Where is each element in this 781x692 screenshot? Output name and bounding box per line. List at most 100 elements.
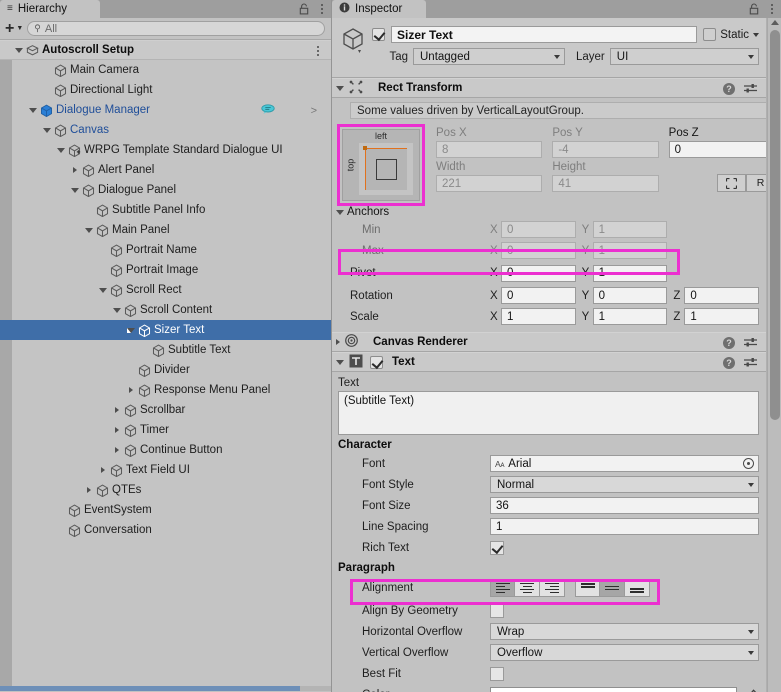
pos-x-input[interactable]: 8 xyxy=(436,141,543,158)
lock-open-icon[interactable] xyxy=(299,3,309,15)
text-value-textarea[interactable]: (Subtitle Text) xyxy=(338,391,759,435)
hierarchy-row[interactable]: QTEs xyxy=(0,480,331,500)
align-middle-icon[interactable] xyxy=(600,579,625,597)
hierarchy-row[interactable]: Directional Light xyxy=(0,80,331,100)
rich-text-checkbox[interactable] xyxy=(490,540,504,555)
preset-icon[interactable] xyxy=(744,357,757,369)
collapse-arrow-icon[interactable] xyxy=(84,227,93,233)
expand-arrow-icon[interactable] xyxy=(100,467,105,473)
hierarchy-tree[interactable]: Autoscroll Setup Main Camera Directional L… xyxy=(0,40,331,691)
help-icon[interactable]: ? xyxy=(723,83,735,95)
hierarchy-row[interactable]: Scroll Content xyxy=(0,300,331,320)
expand-arrow-icon[interactable] xyxy=(114,447,119,453)
row-expander[interactable] xyxy=(26,100,39,120)
collapse-arrow-icon[interactable] xyxy=(336,209,344,215)
hierarchy-row[interactable]: Portrait Name xyxy=(0,240,331,260)
select-target-icon[interactable] xyxy=(743,458,754,469)
expand-arrow-icon[interactable] xyxy=(128,387,133,393)
anchor-min-x-input[interactable]: 0 xyxy=(501,221,576,238)
static-dropdown-caret-icon[interactable] xyxy=(753,32,759,37)
hierarchy-search-input[interactable]: ⚲ All xyxy=(27,21,325,36)
row-expander[interactable] xyxy=(12,40,25,60)
font-object-field[interactable]: Aᴀ Arial xyxy=(490,455,759,472)
canvas-renderer-header[interactable]: Canvas Renderer ? xyxy=(332,332,781,352)
text-component-enabled-checkbox[interactable] xyxy=(370,355,383,369)
eyedropper-icon[interactable] xyxy=(743,687,759,692)
hierarchy-row[interactable]: Subtitle Panel Info xyxy=(0,200,331,220)
hierarchy-row[interactable]: Scrollbar xyxy=(0,400,331,420)
collapse-arrow-icon[interactable] xyxy=(336,85,344,91)
hierarchy-row[interactable]: Portrait Image xyxy=(0,260,331,280)
font-style-dropdown[interactable]: Normal xyxy=(490,476,759,493)
lock-open-icon[interactable] xyxy=(749,3,759,15)
rotation-z-input[interactable]: 0 xyxy=(684,287,760,304)
expand-arrow-icon[interactable] xyxy=(114,407,119,413)
row-expander[interactable] xyxy=(54,140,67,160)
help-icon[interactable]: ? xyxy=(723,357,735,369)
hierarchy-row-selected[interactable]: Sizer Text xyxy=(0,320,331,340)
best-fit-checkbox[interactable] xyxy=(490,666,504,681)
preset-icon[interactable] xyxy=(744,337,757,349)
width-input[interactable]: 221 xyxy=(436,175,543,192)
anchor-max-y-input[interactable]: 1 xyxy=(592,242,668,259)
row-expander[interactable] xyxy=(110,420,123,440)
help-icon[interactable]: ? xyxy=(723,337,735,349)
hierarchy-row[interactable]: Autoscroll Setup xyxy=(0,40,331,60)
height-input[interactable]: 41 xyxy=(552,175,659,192)
collapse-arrow-icon[interactable] xyxy=(98,287,107,293)
vertical-alignment-group[interactable] xyxy=(575,579,650,597)
align-center-icon[interactable] xyxy=(515,579,540,597)
align-top-icon[interactable] xyxy=(575,579,600,597)
tab-inspector[interactable]: Inspector xyxy=(332,0,426,18)
gameobject-name-input[interactable]: Sizer Text xyxy=(391,26,698,43)
rotation-x-input[interactable]: 0 xyxy=(501,287,576,304)
row-expander[interactable] xyxy=(40,120,53,140)
expand-arrow-icon[interactable] xyxy=(336,339,340,345)
hierarchy-row[interactable]: Main Panel xyxy=(0,220,331,240)
pivot-y-input[interactable]: 1 xyxy=(592,264,668,282)
scroll-up-arrow-icon[interactable] xyxy=(771,20,779,25)
hierarchy-row[interactable]: Text Field UI xyxy=(0,460,331,480)
pos-y-input[interactable]: -4 xyxy=(552,141,659,158)
hierarchy-row[interactable]: Response Menu Panel xyxy=(0,380,331,400)
align-left-icon[interactable] xyxy=(490,579,515,597)
font-size-input[interactable]: 36 xyxy=(490,497,759,514)
color-swatch[interactable] xyxy=(490,687,737,692)
row-expander[interactable] xyxy=(124,380,137,400)
text-component-header[interactable]: Text ? xyxy=(332,352,781,372)
align-bottom-icon[interactable] xyxy=(625,579,650,597)
align-right-icon[interactable] xyxy=(540,579,565,597)
hierarchy-row[interactable]: Divider xyxy=(0,360,331,380)
anchors-foldout[interactable]: Anchors xyxy=(332,203,781,219)
line-spacing-input[interactable]: 1 xyxy=(490,518,759,535)
scale-z-input[interactable]: 1 xyxy=(684,308,760,325)
pivot-x-input[interactable]: 0 xyxy=(501,264,576,282)
static-toggle[interactable]: Static xyxy=(703,28,759,41)
collapse-arrow-icon[interactable] xyxy=(70,187,79,193)
hierarchy-row[interactable]: Timer xyxy=(0,420,331,440)
anchor-max-x-input[interactable]: 0 xyxy=(501,242,576,259)
inspector-vertical-scrollbar[interactable] xyxy=(767,18,781,692)
scene-menu-icon[interactable] xyxy=(313,44,323,58)
collapse-arrow-icon[interactable] xyxy=(336,359,344,365)
collapse-arrow-icon[interactable] xyxy=(126,327,135,333)
horizontal-overflow-dropdown[interactable]: Wrap xyxy=(490,623,759,640)
row-expander[interactable] xyxy=(96,280,109,300)
row-expander[interactable] xyxy=(110,300,123,320)
row-expander[interactable] xyxy=(110,400,123,420)
anchor-preset-widget[interactable]: left top xyxy=(337,124,425,206)
scale-x-input[interactable]: 1 xyxy=(501,308,576,325)
row-expander[interactable] xyxy=(68,180,81,200)
preset-icon[interactable] xyxy=(744,83,757,95)
hierarchy-row[interactable]: Alert Panel xyxy=(0,160,331,180)
expand-arrow-icon[interactable] xyxy=(86,487,91,493)
row-expander[interactable] xyxy=(82,220,95,240)
collapse-arrow-icon[interactable] xyxy=(112,307,121,313)
hierarchy-row[interactable]: Scroll Rect xyxy=(0,280,331,300)
rect-transform-header[interactable]: Rect Transform ? xyxy=(332,78,781,98)
vertical-overflow-dropdown[interactable]: Overflow xyxy=(490,644,759,661)
gameobject-enabled-checkbox[interactable] xyxy=(372,28,385,41)
anchor-min-y-input[interactable]: 1 xyxy=(592,221,668,238)
row-expander[interactable] xyxy=(68,160,81,180)
row-expander[interactable] xyxy=(82,480,95,500)
